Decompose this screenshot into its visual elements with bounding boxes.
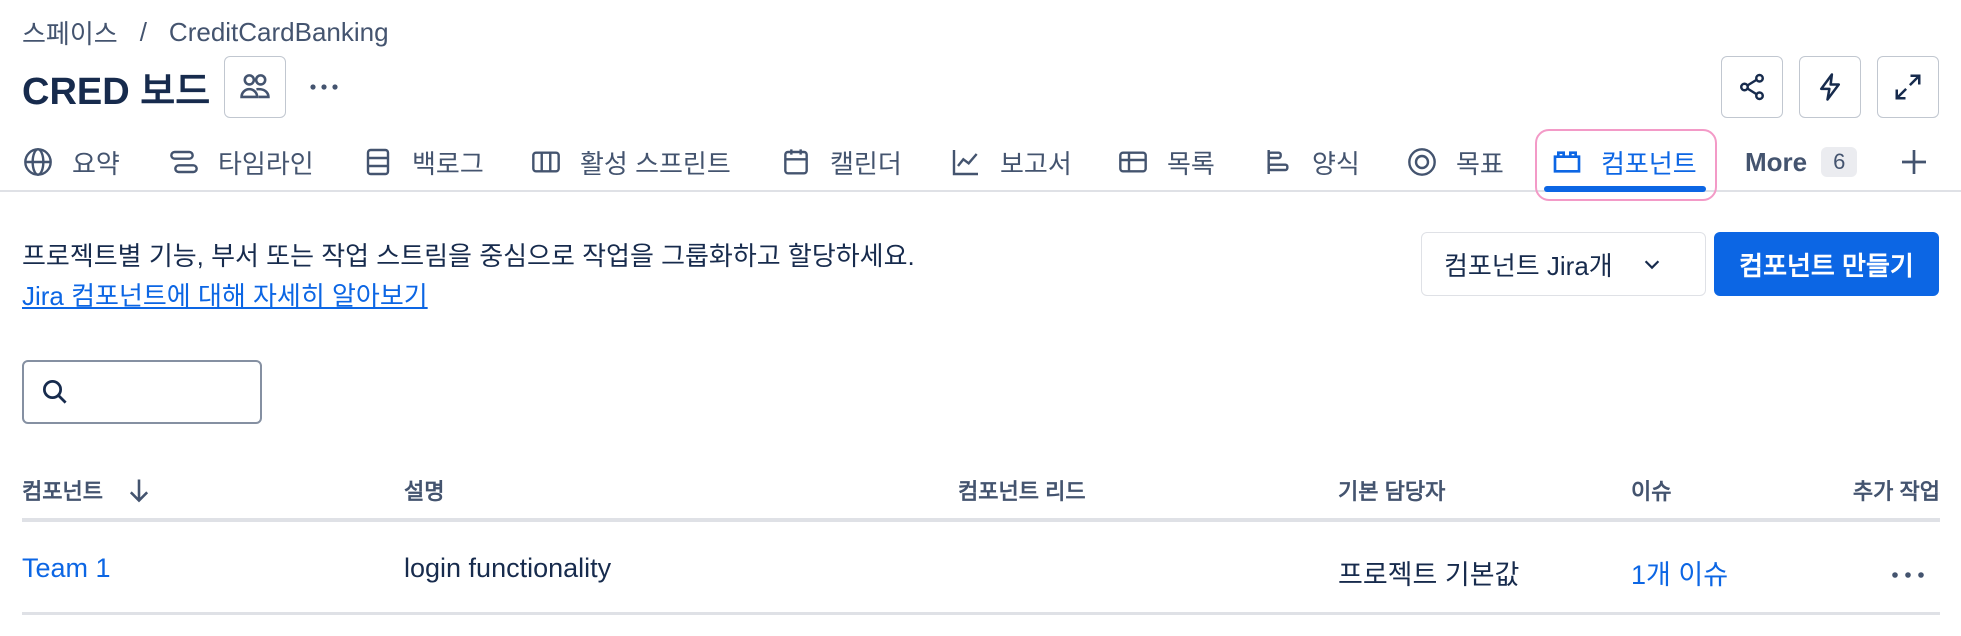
page-description: 프로젝트별 기능, 부서 또는 작업 스트림을 중심으로 작업을 그룹화하고 할… [22, 241, 915, 271]
tab-goals[interactable]: 목표 [1406, 134, 1504, 190]
breadcrumb-space[interactable]: 스페이스 [22, 14, 118, 51]
column-header-lead: 컴포넌트 리드 [958, 479, 1086, 504]
globe-icon [24, 148, 52, 176]
share-icon [1740, 73, 1764, 101]
tab-more[interactable]: More 6 [1745, 134, 1858, 190]
lightning-icon [1820, 73, 1840, 101]
automation-button[interactable] [1799, 56, 1861, 118]
tab-label: 요약 [72, 148, 120, 179]
more-dots-icon [310, 84, 338, 90]
search-icon [43, 380, 67, 404]
page-title: CRED 보드 [22, 70, 211, 113]
dropdown-label: 컴포넌트 Jira개 [1444, 250, 1613, 281]
share-button[interactable] [1721, 56, 1783, 118]
breadcrumb-project[interactable]: CreditCardBanking [169, 17, 389, 48]
create-component-button[interactable]: 컴포넌트 만들기 [1714, 232, 1939, 296]
backlog-icon [366, 148, 390, 176]
more-actions-button[interactable] [302, 65, 346, 109]
breadcrumb: 스페이스 / CreditCardBanking [22, 14, 389, 51]
calendar-icon [784, 149, 808, 175]
form-icon [1267, 150, 1289, 174]
issues-link[interactable]: 1개 이슈 [1631, 553, 1728, 592]
tab-label: 목록 [1167, 148, 1215, 179]
expand-icon [1895, 74, 1921, 100]
tab-active-sprint[interactable]: 활성 스프린트 [530, 134, 731, 190]
column-header-actions: 추가 작업 [1852, 479, 1940, 504]
column-header-description: 설명 [404, 479, 445, 504]
timeline-icon [170, 150, 198, 174]
tab-backlog[interactable]: 백로그 [362, 134, 484, 190]
chevron-down-icon [1644, 260, 1659, 270]
tab-label: 활성 스프린트 [580, 148, 731, 179]
people-icon [240, 74, 270, 99]
component-description: login functionality [404, 553, 612, 583]
board-icon [532, 151, 560, 173]
tab-label: 타임라인 [218, 148, 314, 179]
learn-more-link[interactable]: Jira 컴포넌트에 대해 자세히 알아보기 [22, 276, 428, 313]
header-actions [1721, 56, 1939, 118]
default-assignee: 프로젝트 기본값 [1338, 560, 1520, 590]
tab-calendar[interactable]: 캘린더 [780, 134, 902, 190]
tab-label: 양식 [1312, 148, 1360, 179]
search-input[interactable] [22, 360, 262, 424]
title-row: CRED 보드 [22, 56, 346, 118]
more-label: More [1745, 146, 1808, 177]
more-count-badge: 6 [1821, 147, 1858, 177]
column-header-issues: 이슈 [1631, 479, 1672, 504]
tab-list[interactable]: 목록 [1117, 134, 1215, 190]
active-tab-underline [1544, 186, 1706, 192]
column-header-component[interactable]: 컴포넌트 [22, 474, 153, 506]
team-button[interactable] [224, 56, 287, 118]
tab-summary[interactable]: 요약 [22, 134, 120, 190]
chart-line-icon [952, 150, 978, 176]
table-row-divider [22, 612, 1940, 615]
tab-label: 목표 [1456, 148, 1504, 179]
target-icon [1408, 148, 1436, 176]
component-filter-dropdown[interactable]: 컴포넌트 Jira개 [1421, 232, 1706, 296]
header-label: 컴포넌트 [22, 479, 103, 504]
tab-label: 보고서 [1000, 148, 1072, 179]
fullscreen-button[interactable] [1877, 56, 1939, 118]
plus-icon [1902, 150, 1926, 174]
column-header-assignee: 기본 담당자 [1338, 479, 1446, 504]
tab-timeline[interactable]: 타임라인 [168, 134, 314, 190]
add-tab-button[interactable] [1898, 134, 1930, 190]
breadcrumb-separator: / [139, 17, 147, 47]
arrow-down-icon [129, 479, 149, 503]
list-icon [1119, 151, 1147, 173]
tab-label: 백로그 [412, 148, 484, 179]
component-name-link[interactable]: Team 1 [22, 553, 111, 584]
tab-label: 캘린더 [830, 148, 902, 179]
more-dots-icon [1892, 572, 1924, 578]
row-actions-button[interactable] [1890, 556, 1926, 587]
tab-forms[interactable]: 양식 [1262, 134, 1360, 190]
table-header-divider [22, 518, 1940, 522]
tab-reports[interactable]: 보고서 [950, 134, 1072, 190]
